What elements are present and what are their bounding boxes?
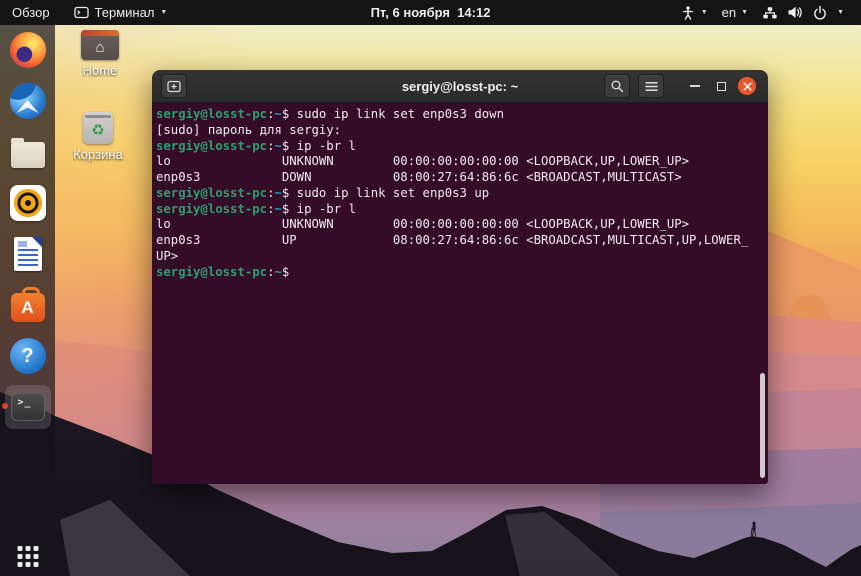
terminal-line: UP>	[156, 248, 186, 263]
dock: A ? >_	[0, 25, 55, 576]
desktop-icon-label: Home	[82, 63, 118, 78]
trash-icon: ♻	[83, 112, 113, 144]
terminal-line: lo UNKNOWN 00:00:00:00:00:00 <LOOPBACK,U…	[156, 154, 697, 169]
app-menu-label: Терминал	[94, 5, 155, 20]
dock-item-files[interactable]	[5, 130, 51, 174]
ubuntu-software-icon: A	[10, 287, 45, 322]
chevron-down-icon: ▼	[741, 9, 749, 16]
help-icon: ?	[9, 338, 46, 374]
volume-icon	[787, 5, 803, 20]
terminal-line: [sudo] пароль для sergiy:	[156, 122, 349, 137]
keyboard-layout-label: en	[721, 5, 737, 20]
accessibility-menu[interactable]: ▼	[673, 0, 715, 25]
menu-button[interactable]	[638, 74, 664, 98]
terminal-line: enp0s3 DOWN 08:00:27:64:86:6c <BROADCAST…	[156, 170, 690, 184]
close-button[interactable]	[738, 77, 756, 95]
minimize-button[interactable]	[686, 77, 704, 95]
terminal-app-icon	[73, 6, 89, 19]
show-applications-button[interactable]	[17, 546, 38, 567]
scrollbar-thumb[interactable]	[760, 373, 765, 478]
dock-item-thunderbird[interactable]	[5, 79, 51, 123]
terminal-line: enp0s3 UP 08:00:27:64:86:6c <BROADCAST,M…	[156, 233, 749, 247]
chevron-down-icon: ▼	[837, 9, 844, 16]
dock-item-rhythmbox[interactable]	[5, 181, 51, 225]
power-icon	[812, 5, 828, 21]
running-indicator-dot	[1, 403, 8, 409]
accessibility-icon	[680, 5, 696, 21]
search-button[interactable]	[604, 74, 630, 98]
maximize-icon	[716, 81, 726, 91]
desktop-icon-label: Корзина	[73, 147, 123, 162]
libreoffice-writer-icon	[13, 237, 42, 271]
clock-button[interactable]	[330, 0, 530, 25]
keyboard-layout-menu[interactable]: en ▼	[715, 0, 755, 25]
hamburger-icon	[645, 81, 657, 91]
terminal-line: sergiy@losst-pc:~$ sudo ip link set enp0…	[156, 185, 490, 200]
terminal-line: sergiy@losst-pc:~$	[156, 264, 297, 279]
terminal-window: sergiy@losst-pc: ~ sergiy@losst-pc:~$ su…	[152, 70, 768, 484]
terminal-line: lo UNKNOWN 00:00:00:00:00:00 <LOOPBACK,U…	[156, 217, 697, 232]
terminal-output[interactable]: sergiy@losst-pc:~$ sudo ip link set enp0…	[152, 103, 768, 484]
close-icon	[742, 81, 752, 91]
top-bar: Обзор Терминал ▼ Пт, 6 ноября 14:12 ▼ en…	[0, 0, 861, 25]
terminal-line: sergiy@losst-pc:~$ ip -br l	[156, 138, 356, 153]
maximize-button[interactable]	[712, 77, 730, 95]
system-menu[interactable]: ▼	[755, 0, 851, 25]
terminal-line: sergiy@losst-pc:~$ ip -br l	[156, 201, 356, 216]
search-icon	[611, 80, 624, 93]
desktop-icon-home[interactable]: ⌂ Home	[72, 30, 128, 78]
dock-item-firefox[interactable]	[5, 28, 51, 72]
dock-item-libreoffice-writer[interactable]	[5, 232, 51, 276]
desktop-icon-trash[interactable]: ♻ Корзина	[70, 112, 126, 162]
terminal-line: sergiy@losst-pc:~$ sudo ip link set enp0…	[156, 107, 504, 121]
new-tab-button[interactable]	[161, 74, 187, 98]
terminal-icon: >_	[10, 393, 45, 421]
terminal-titlebar[interactable]: sergiy@losst-pc: ~	[152, 70, 768, 103]
chevron-down-icon: ▼	[160, 9, 168, 16]
minimize-icon	[690, 85, 700, 87]
app-menu[interactable]: Терминал ▼	[62, 0, 180, 25]
rhythmbox-icon	[9, 185, 46, 221]
dock-item-help[interactable]: ?	[5, 334, 51, 378]
network-wired-icon	[762, 5, 778, 21]
firefox-icon	[9, 32, 46, 68]
thunderbird-icon	[9, 83, 46, 119]
activities-button[interactable]: Обзор	[0, 0, 62, 25]
dock-item-ubuntu-software[interactable]: A	[5, 283, 51, 327]
chevron-down-icon: ▼	[700, 9, 708, 16]
home-folder-icon: ⌂	[81, 30, 119, 60]
dock-item-terminal[interactable]: >_	[1, 385, 51, 429]
files-icon	[10, 138, 45, 168]
hiker-silhouette	[750, 521, 757, 537]
